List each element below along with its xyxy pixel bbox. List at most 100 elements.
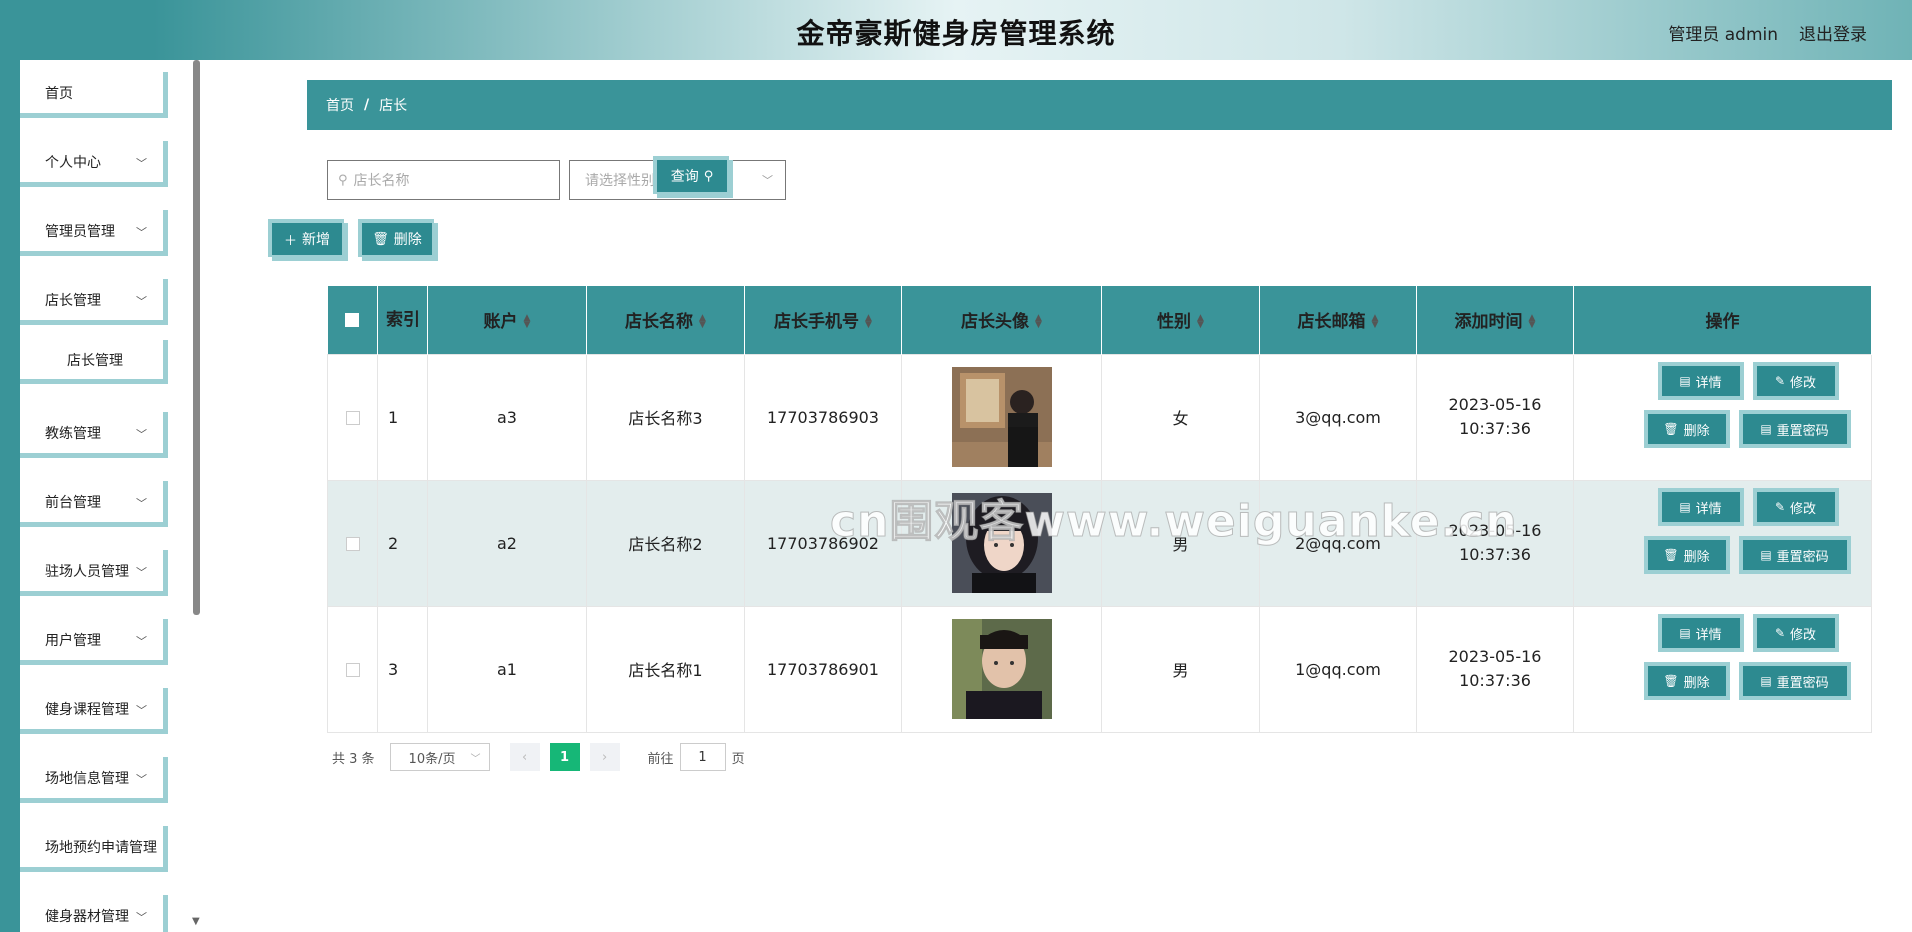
table-row: 1 a3 店长名称3 17703786903 女 3@qq.com 2023-0… bbox=[327, 353, 1872, 481]
logout-link[interactable]: 退出登录 bbox=[1799, 20, 1867, 45]
document-icon: ▤ bbox=[1679, 626, 1691, 640]
sidebar-item-venue-booking[interactable]: 场地预约申请管理 bbox=[20, 826, 168, 872]
delete-button[interactable]: 🗑 删除 bbox=[1643, 662, 1730, 700]
search-icon: ⚲ bbox=[703, 168, 714, 184]
sidebar-item-label: 个人中心 bbox=[45, 154, 101, 171]
row-select-cell bbox=[327, 605, 378, 733]
cell-account: a3 bbox=[427, 353, 587, 481]
sidebar-item-personal-center[interactable]: 个人中心 ﹀ bbox=[20, 141, 168, 187]
breadcrumb-separator: / bbox=[364, 97, 370, 113]
sidebar-item-venue-info[interactable]: 场地信息管理 ﹀ bbox=[20, 757, 168, 803]
detail-button[interactable]: ▤ 详情 bbox=[1657, 614, 1744, 652]
edit-icon: ✎ bbox=[1774, 500, 1786, 514]
search-icon: ⚲ bbox=[338, 172, 348, 188]
detail-button[interactable]: ▤ 详情 bbox=[1657, 362, 1744, 400]
plus-icon: ＋ bbox=[283, 233, 297, 249]
cell-email: 2@qq.com bbox=[1259, 479, 1417, 607]
sidebar-item-label: 用户管理 bbox=[45, 632, 101, 649]
cell-email: 1@qq.com bbox=[1259, 605, 1417, 733]
row-checkbox[interactable] bbox=[345, 411, 360, 425]
row-checkbox[interactable] bbox=[345, 537, 360, 551]
goto-page-input[interactable]: 1 bbox=[679, 743, 726, 771]
goto-prefix: 前往 bbox=[647, 751, 674, 767]
breadcrumb: 首页 / 店长 bbox=[307, 80, 1892, 130]
trash-icon: 🗑 bbox=[372, 231, 389, 247]
cell-time: 2023-05-16 10:37:36 bbox=[1416, 353, 1574, 481]
bulk-delete-button[interactable]: 🗑 删除 bbox=[362, 223, 438, 261]
sort-icon[interactable]: ▲ ▼ bbox=[699, 314, 706, 330]
sidebar-item-equipment-management[interactable]: 健身器材管理 ﹀ bbox=[20, 895, 168, 932]
col-gender[interactable]: 性别 ▲ ▼ bbox=[1101, 286, 1260, 354]
chevron-left-icon: ‹ bbox=[521, 749, 528, 765]
sidebar-item-manager-management[interactable]: 店长管理 ﹀ bbox=[20, 279, 168, 325]
col-name[interactable]: 店长名称 ▲ ▼ bbox=[586, 286, 745, 354]
delete-button[interactable]: 🗑 删除 bbox=[1643, 536, 1730, 574]
cell-time: 2023-05-16 10:37:36 bbox=[1416, 479, 1574, 607]
col-email[interactable]: 店长邮箱 ▲ ▼ bbox=[1259, 286, 1417, 354]
sort-icon[interactable]: ▲ ▼ bbox=[1372, 314, 1379, 330]
add-button[interactable]: ＋ 新增 bbox=[272, 223, 348, 261]
reset-password-button[interactable]: ▤ 重置密码 bbox=[1738, 536, 1851, 574]
add-label: 新增 bbox=[302, 232, 330, 248]
edit-button[interactable]: ✎ 修改 bbox=[1752, 362, 1839, 400]
reset-password-button[interactable]: ▤ 重置密码 bbox=[1738, 662, 1851, 700]
chevron-down-icon: ﹀ bbox=[136, 295, 147, 308]
cell-time: 2023-05-16 10:37:36 bbox=[1416, 605, 1574, 733]
avatar-image[interactable] bbox=[951, 619, 1052, 719]
sidebar-item-coach-management[interactable]: 教练管理 ﹀ bbox=[20, 412, 168, 458]
breadcrumb-home[interactable]: 首页 bbox=[326, 95, 354, 115]
col-index: 索引 bbox=[377, 286, 428, 354]
sort-icon[interactable]: ▲ ▼ bbox=[1197, 314, 1204, 330]
edit-button[interactable]: ✎ 修改 bbox=[1752, 614, 1839, 652]
admin-label: 管理员 admin bbox=[1668, 25, 1778, 45]
chevron-down-icon: ﹀ bbox=[136, 704, 147, 717]
sidebar-item-label: 前台管理 bbox=[45, 494, 101, 511]
cell-phone: 17703786901 bbox=[744, 605, 902, 733]
cell-actions: ▤ 详情 ✎ 修改 🗑 删除 ▤ 重置密码 bbox=[1573, 605, 1872, 733]
sidebar-item-front-desk[interactable]: 前台管理 ﹀ bbox=[20, 481, 168, 527]
row-checkbox[interactable] bbox=[345, 663, 360, 677]
cell-index: 3 bbox=[377, 605, 428, 733]
table-header-row: 索引 账户 ▲ ▼ 店长名称 ▲ ▼ 店长手机号 ▲ ▼ 店长头像 ▲ ▼ 性别 ▲ ▼ 店长邮箱 ▲… bbox=[327, 286, 1872, 354]
sidebar-item-label: 场地预约申请管理 bbox=[45, 839, 157, 856]
select-all-cell bbox=[327, 286, 378, 354]
row-select-cell bbox=[327, 353, 378, 481]
delete-button[interactable]: 🗑 删除 bbox=[1643, 410, 1730, 448]
sidebar-item-resident-staff[interactable]: 驻场人员管理 ﹀ bbox=[20, 550, 168, 596]
chevron-down-icon: ﹀ bbox=[762, 174, 773, 187]
col-account[interactable]: 账户 ▲ ▼ bbox=[427, 286, 587, 354]
chevron-down-icon: ﹀ bbox=[136, 226, 147, 239]
cell-name: 店长名称1 bbox=[586, 605, 745, 733]
scroll-down-icon[interactable]: ▼ bbox=[192, 916, 200, 927]
avatar-image[interactable] bbox=[951, 367, 1052, 467]
col-phone[interactable]: 店长手机号 ▲ ▼ bbox=[744, 286, 902, 354]
sidebar-item-home[interactable]: 首页 bbox=[20, 72, 168, 118]
col-avatar[interactable]: 店长头像 ▲ ▼ bbox=[901, 286, 1102, 354]
next-page-button[interactable]: › bbox=[589, 743, 620, 771]
sort-icon[interactable]: ▲ ▼ bbox=[524, 314, 531, 330]
reset-password-button[interactable]: ▤ 重置密码 bbox=[1738, 410, 1851, 448]
cell-actions: ▤ 详情 ✎ 修改 🗑 删除 ▤ 重置密码 bbox=[1573, 353, 1872, 481]
sort-icon[interactable]: ▲ ▼ bbox=[865, 314, 872, 330]
sidebar-item-admin-management[interactable]: 管理员管理 ﹀ bbox=[20, 210, 168, 256]
name-search-input[interactable]: ⚲ 店长名称 bbox=[327, 160, 560, 200]
sidebar: 首页 个人中心 ﹀ 管理员管理 ﹀ 店长管理 ﹀ 店长管理 教练管理 ﹀ 前台管理 ﹀ 驻… bbox=[0, 60, 200, 932]
page-size-select[interactable]: 10条/页 ﹀ bbox=[389, 743, 490, 771]
query-button[interactable]: 查询 ⚲ bbox=[657, 160, 733, 198]
delete-label: 删除 bbox=[393, 232, 422, 248]
sort-icon[interactable]: ▲ ▼ bbox=[1035, 314, 1042, 330]
sidebar-subitem-manager-management[interactable]: 店长管理 bbox=[20, 340, 168, 384]
detail-button[interactable]: ▤ 详情 bbox=[1657, 488, 1744, 526]
sidebar-item-label: 首页 bbox=[45, 85, 73, 102]
select-all-checkbox[interactable] bbox=[345, 312, 360, 327]
prev-page-button[interactable]: ‹ bbox=[509, 743, 540, 771]
sidebar-scrollbar[interactable] bbox=[193, 60, 200, 615]
sidebar-item-user-management[interactable]: 用户管理 ﹀ bbox=[20, 619, 168, 665]
edit-button[interactable]: ✎ 修改 bbox=[1752, 488, 1839, 526]
avatar-image[interactable] bbox=[951, 493, 1052, 593]
sidebar-item-course-management[interactable]: 健身课程管理 ﹀ bbox=[20, 688, 168, 734]
col-time[interactable]: 添加时间 ▲ ▼ bbox=[1416, 286, 1574, 354]
sort-icon[interactable]: ▲ ▼ bbox=[1529, 314, 1536, 330]
page-number-button[interactable]: 1 bbox=[549, 743, 580, 771]
edit-icon: ✎ bbox=[1774, 374, 1786, 388]
